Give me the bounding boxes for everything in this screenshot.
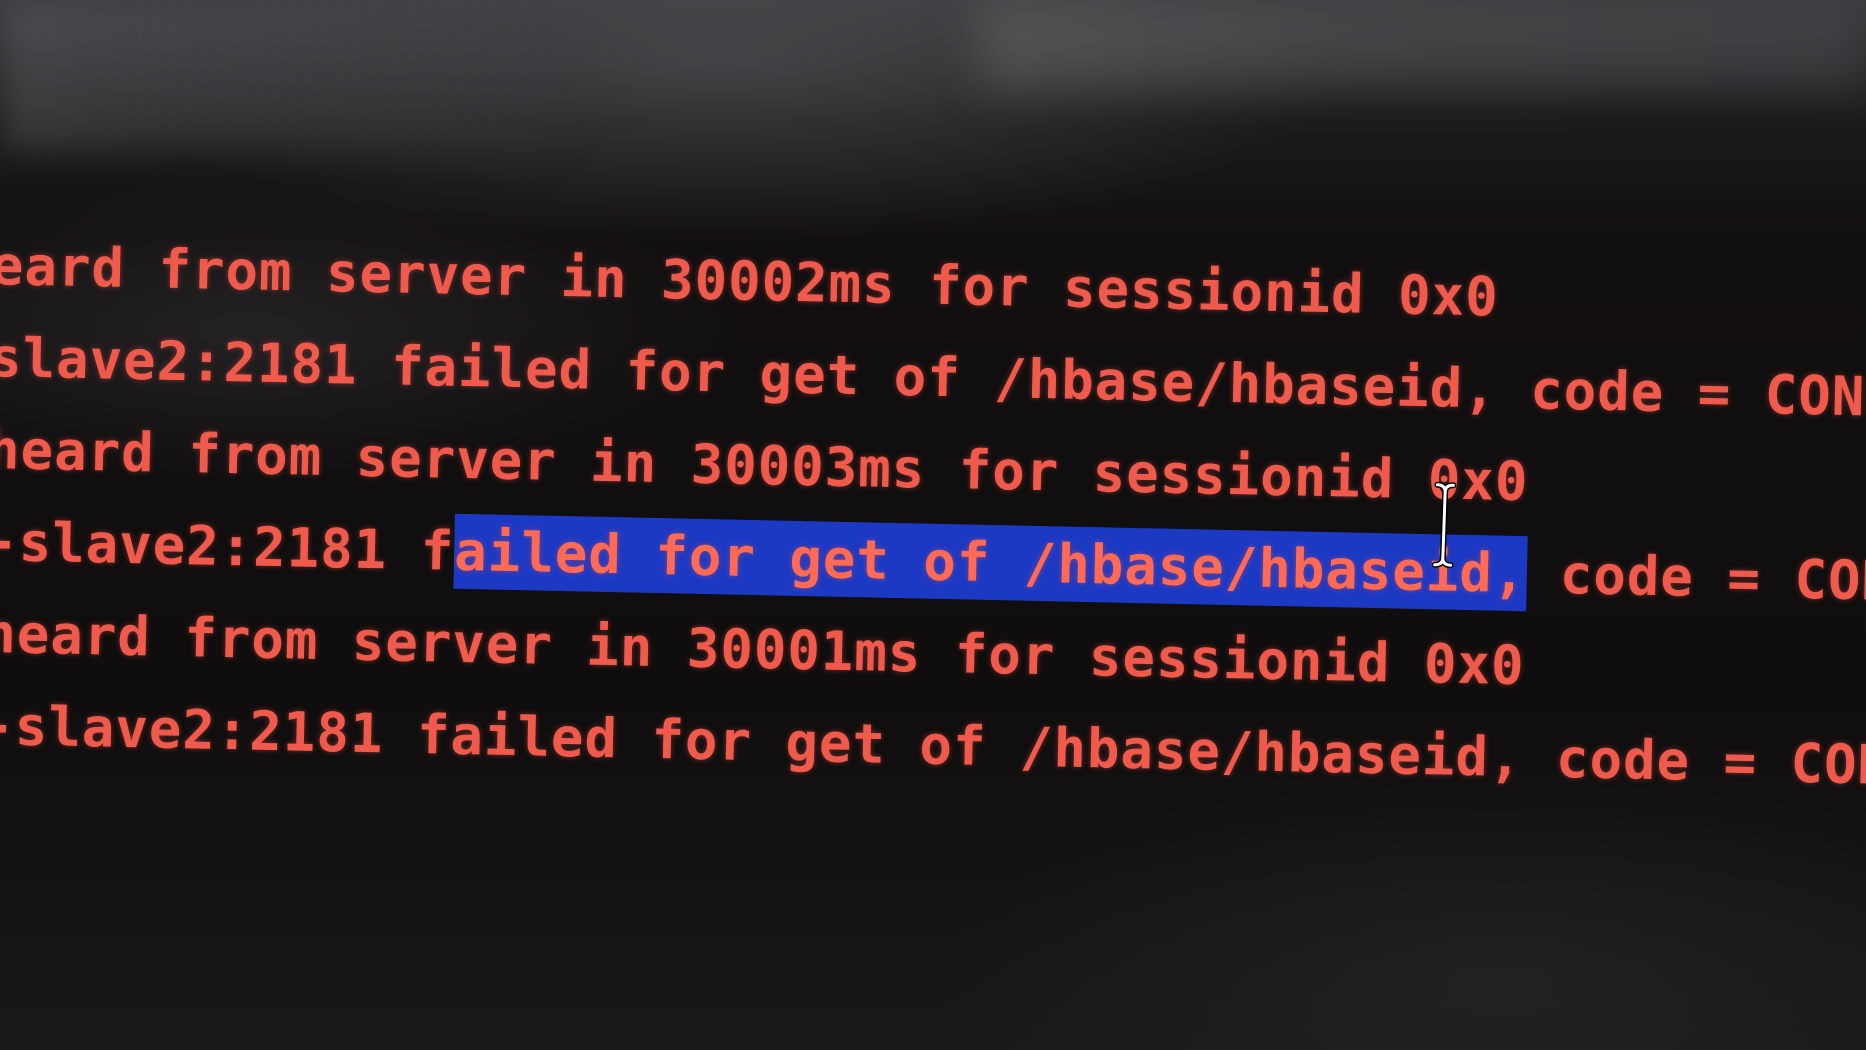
selected-text[interactable]: ailed for get of /hbase/hbaseid,: [453, 513, 1528, 612]
screen-glare-right: [980, 0, 1866, 90]
terminal-output[interactable]: eard from server in 30002ms for sessioni…: [0, 220, 1866, 812]
text-ibeam-cursor-icon: [1431, 481, 1457, 569]
log-text-before-selection: -slave2:2181 f: [0, 509, 455, 583]
terminal-window: eard from server in 30002ms for sessioni…: [0, 0, 1866, 1050]
log-text-after-selection: code = CONNEC: [1559, 542, 1866, 616]
screen-glare-left: [0, 0, 560, 150]
